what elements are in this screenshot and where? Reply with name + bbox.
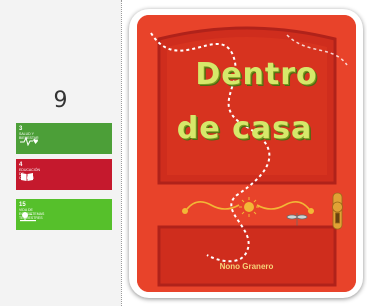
book-cover[interactable]: Dentro de casa Nono Granero bbox=[137, 15, 356, 292]
heartbeat-icon bbox=[20, 133, 38, 151]
column-divider bbox=[121, 0, 122, 306]
tree-bird-icon bbox=[20, 209, 36, 227]
sdg-badge-15[interactable]: 15 Vida de ecosistemas terrestres bbox=[16, 199, 112, 230]
book-title-line1: Dentro bbox=[195, 57, 318, 92]
book-author: Nono Granero bbox=[219, 262, 274, 271]
sdg-badge-4[interactable]: 4 Educación de calidad bbox=[16, 159, 112, 190]
sidebar-panel: 9 3 Salud y bienestar 4 Educación de cal… bbox=[0, 0, 121, 306]
sdg-badge-3[interactable]: 3 Salud y bienestar bbox=[16, 123, 112, 154]
book-icon bbox=[20, 169, 34, 187]
item-count: 9 bbox=[53, 88, 68, 113]
book-title-line2: de casa bbox=[176, 111, 313, 146]
